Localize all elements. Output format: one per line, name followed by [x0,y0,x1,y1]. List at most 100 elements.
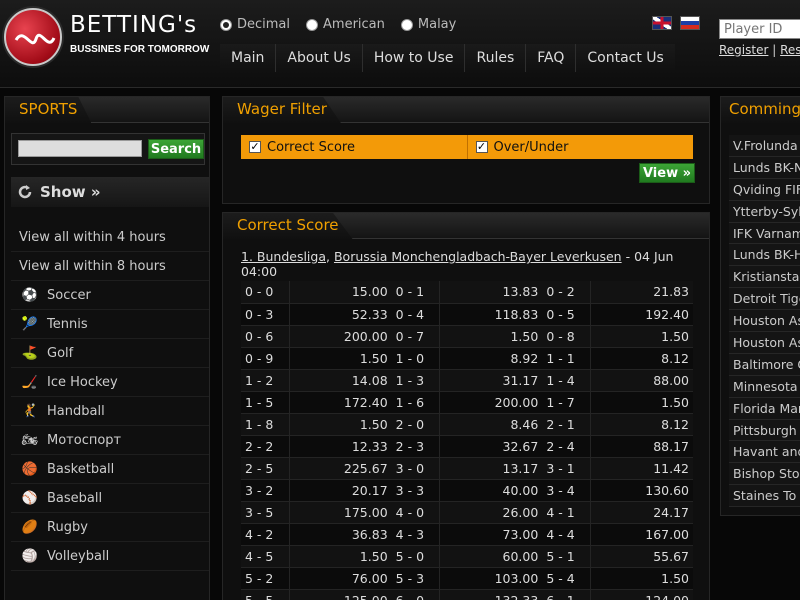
odds-cell[interactable]: 76.00 [288,567,392,590]
odds-cell[interactable]: 1.50 [590,391,693,414]
coming-event-item[interactable]: Lunds BK-H [729,244,800,267]
odds-cell[interactable]: 1.50 [288,347,392,370]
coming-event-item[interactable]: Baltimore O [729,353,800,376]
search-input[interactable] [18,140,142,157]
odds-cell[interactable]: 172.40 [288,391,392,414]
odds-cell[interactable]: 1.50 [288,413,392,436]
show-toggle[interactable]: Show » [11,177,209,207]
odds-cell[interactable]: 1.50 [439,325,543,348]
odds-cell[interactable]: 130.60 [590,479,693,502]
coming-event-item[interactable]: IFK Varnam [729,222,800,245]
coming-event-item[interactable]: Ytterby-Syl [729,200,800,223]
register-link[interactable]: Register [719,43,768,57]
nav-about-us[interactable]: About Us [275,44,362,72]
odds-cell[interactable]: 52.33 [288,303,392,326]
odds-cell[interactable]: 118.83 [439,303,543,326]
odds-cell[interactable]: 175.00 [288,501,392,524]
russia-flag-icon[interactable] [680,16,700,30]
sport-handball[interactable]: 🤾 Handball [11,397,209,426]
radio-icon[interactable] [306,18,319,31]
odds-cell[interactable]: 200.00 [439,391,543,414]
odds-cell[interactable]: 125.00 [288,589,392,600]
sport-baseball[interactable]: ⚾ Baseball [11,484,209,513]
odds-cell[interactable]: 13.83 [439,281,543,304]
coming-event-item[interactable]: Kristiansta [729,266,800,289]
logo-icon[interactable] [4,8,62,66]
coming-event-item[interactable]: Minnesota [729,375,800,398]
filter-over-under[interactable]: ✓ Over/Under [468,135,694,159]
coming-event-item[interactable]: Florida Mar [729,397,800,420]
odds-cell[interactable]: 14.08 [288,369,392,392]
odds-cell[interactable]: 8.46 [439,413,543,436]
coming-event-item[interactable]: V.Frolunda [729,135,800,157]
coming-event-item[interactable]: Houston As [729,332,800,354]
odds-cell[interactable]: 11.42 [590,457,693,480]
player-id-input[interactable] [719,19,800,39]
nav-contact-us[interactable]: Contact Us [575,44,675,72]
odds-cell[interactable]: 36.83 [288,523,392,546]
odds-cell[interactable]: 225.67 [288,457,392,480]
odds-cell[interactable]: 73.00 [439,523,543,546]
radio-icon[interactable] [400,18,413,31]
odds-cell[interactable]: 32.67 [439,435,543,458]
coming-event-item[interactable]: Qviding FIF [729,178,800,201]
coming-event-item[interactable]: Staines To [729,485,800,508]
odds-cell[interactable]: 20.17 [288,479,392,502]
odds-cell[interactable]: 200.00 [288,325,392,348]
odds-cell[interactable]: 40.00 [439,479,543,502]
sport-golf[interactable]: ⛳ Golf [11,339,209,368]
filter-4-hours[interactable]: View all within 4 hours [11,223,209,252]
view-button[interactable]: View » [639,163,695,183]
coming-event-item[interactable]: Detroit Tige [729,288,800,311]
odds-cell[interactable]: 103.00 [439,567,543,590]
coming-event-item[interactable]: Houston As [729,310,800,333]
odds-cell[interactable]: 1.50 [590,325,693,348]
odds-cell[interactable]: 124.00 [590,589,693,600]
league-link[interactable]: 1. Bundesliga [241,249,326,264]
nav-how-to-use[interactable]: How to Use [361,44,465,72]
sport-ice-hockey[interactable]: 🏒 Ice Hockey [11,368,209,397]
odds-cell[interactable]: 60.00 [439,545,543,568]
odds-cell[interactable]: 21.83 [590,281,693,304]
coming-event-item[interactable]: Pittsburgh [729,419,800,442]
reset-link[interactable]: Rest [780,43,800,57]
sport-motosport[interactable]: 🏍 Мотоспорт [11,426,209,455]
odds-cell[interactable]: 167.00 [590,523,693,546]
checkbox-checked-icon[interactable]: ✓ [249,141,261,153]
odds-cell[interactable]: 88.00 [590,369,693,392]
odds-cell[interactable]: 88.17 [590,435,693,458]
odds-cell[interactable]: 55.67 [590,545,693,568]
checkbox-checked-icon[interactable]: ✓ [475,141,488,153]
odds-cell[interactable]: 1.50 [590,567,693,590]
coming-event-item[interactable]: Lunds BK-N [729,156,800,179]
sport-basketball[interactable]: 🏀 Basketball [11,455,209,484]
coming-event-item[interactable]: Havant and [729,441,800,464]
odds-cell[interactable]: 31.17 [439,369,543,392]
filter-correct-score[interactable]: ✓ Correct Score [241,135,468,159]
radio-selected-icon[interactable] [220,18,232,31]
odds-cell[interactable]: 1.50 [288,545,392,568]
sport-soccer[interactable]: ⚽ Soccer [11,281,209,310]
odds-cell[interactable]: 192.40 [590,303,693,326]
odds-cell[interactable]: 15.00 [288,281,392,304]
odds-format-malay[interactable]: Malay [400,17,456,32]
odds-cell[interactable]: 12.33 [288,435,392,458]
odds-cell[interactable]: 8.12 [590,347,693,370]
odds-cell[interactable]: 8.92 [439,347,543,370]
odds-cell[interactable]: 13.17 [439,457,543,480]
sport-volleyball[interactable]: 🏐 Volleyball [11,542,209,571]
nav-main[interactable]: Main [220,44,276,72]
search-button[interactable]: Search [148,139,204,159]
coming-event-item[interactable]: Bishop Sto [729,463,800,486]
odds-format-american[interactable]: American [306,17,385,32]
odds-cell[interactable]: 132.33 [439,589,543,600]
nav-rules[interactable]: Rules [464,44,526,72]
nav-faq[interactable]: FAQ [525,44,576,72]
sport-tennis[interactable]: 🎾 Tennis [11,310,209,339]
filter-8-hours[interactable]: View all within 8 hours [11,252,209,281]
odds-format-decimal[interactable]: Decimal [220,17,290,32]
odds-cell[interactable]: 8.12 [590,413,693,436]
odds-cell[interactable]: 24.17 [590,501,693,524]
match-link[interactable]: Borussia Monchengladbach-Bayer Leverkuse… [334,249,622,264]
uk-flag-icon[interactable] [652,16,672,30]
